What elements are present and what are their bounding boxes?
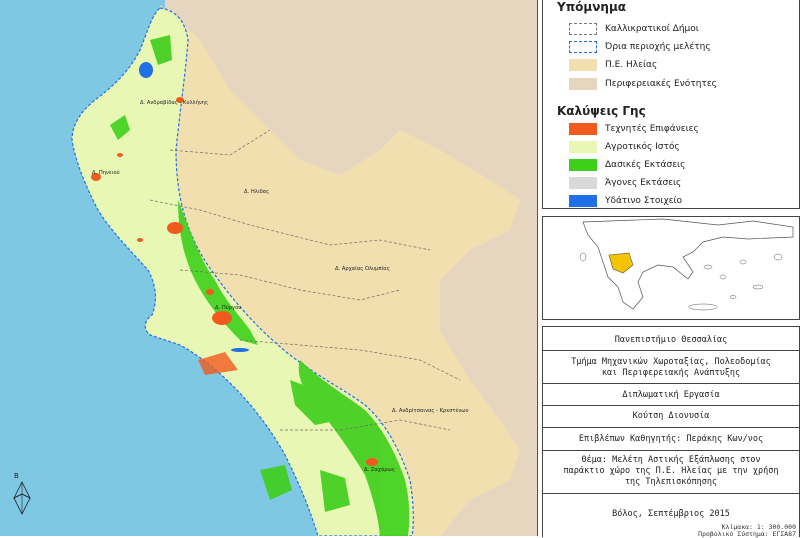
svg-text:Β: Β (14, 472, 19, 480)
legend-label: Καλλικρατικοί Δήμοι (605, 24, 699, 34)
legend-label: Δασικές Εκτάσεις (605, 160, 686, 170)
place-label: Δ. Ηλιδας (244, 189, 269, 195)
divider (543, 383, 799, 384)
place-label: Δ. Ανδραβίδας - Κυλλήνης (140, 99, 208, 106)
legend-item: Όρια περιοχής μελέτης (569, 40, 711, 54)
topic-line-3: της Τηλεπισκόπησης (624, 477, 718, 487)
place-label: Δ. Αρχαίας Ολυμπίας (335, 265, 390, 272)
legend-item: Περιφερειακές Ενότητες (569, 77, 717, 91)
university: Πανεπιστήμιο Θεσσαλίας (614, 335, 728, 345)
divider (543, 427, 799, 428)
legend-label: Υδάτινο Στοιχείο (605, 196, 683, 206)
legend-item: Καλλικρατικοί Δήμοι (569, 22, 699, 36)
place-label: Δ. Πύργου (215, 304, 241, 311)
legend-item: Άγονες Εκτάσεις (569, 176, 681, 190)
legend-item: Τεχνητές Επιφάνειες (569, 122, 699, 136)
department-line-1: Τμήμα Μηχανικών Χωροταξίας, Πολεοδομίας (571, 357, 771, 367)
divider (543, 450, 799, 451)
legend-label: Π.Ε. Ηλείας (605, 60, 658, 70)
swatch-agricultural (569, 141, 597, 153)
legend-label: Τεχνητές Επιφάνειες (605, 124, 699, 134)
legend-item: Π.Ε. Ηλείας (569, 58, 657, 72)
landcover-title: Καλύψεις Γης (557, 104, 646, 118)
title-block: Πανεπιστήμιο Θεσσαλίας Τμήμα Μηχανικών Χ… (542, 326, 800, 538)
divider (543, 350, 799, 351)
swatch-artificial (569, 123, 597, 135)
supervisor: Επιβλέπων Καθηγητής: Περάκης Κων/νος (578, 434, 764, 444)
topic-line-1: Θέμα: Μελέτη Αστικής Εξάπλωσης στον (581, 455, 761, 465)
swatch-water (569, 195, 597, 207)
legend-item: Υδάτινο Στοιχείο (569, 194, 682, 208)
swatch-study-area (569, 41, 597, 53)
place-label: Δ. Πηνειού (92, 169, 120, 176)
legend-label: Αγροτικός Ιστός (605, 142, 680, 152)
legend-label: Περιφερειακές Ενότητες (605, 79, 717, 89)
side-panel: Υπόμνημα Καλλικρατικοί Δήμοι Όρια περιοχ… (537, 0, 800, 538)
inset-map (542, 216, 800, 320)
place-label: Δ. Ζαχάρως (364, 466, 395, 473)
map-canvas[interactable]: Δ. Ανδραβίδας - Κυλλήνης Δ. Πηνειού Δ. Η… (0, 0, 537, 536)
swatch-regions (569, 78, 597, 90)
greece-locator (543, 217, 799, 319)
legend-item: Δασικές Εκτάσεις (569, 158, 685, 172)
legend-title: Υπόμνημα (557, 0, 627, 14)
swatch-elis (569, 59, 597, 71)
place-label: Δ. Ανδρίτσαινας - Κρεστένων (392, 407, 469, 414)
projection-text: Προβολικό Σύστημα: ΕΓΣΑ87 (698, 530, 796, 538)
legend-label: Άγονες Εκτάσεις (605, 178, 682, 188)
department-line-2: και Περιφερειακής Ανάπτυξης (601, 368, 741, 378)
legend-label: Όρια περιοχής μελέτης (605, 42, 711, 52)
date: Βόλος, Σεπτέμβριος 2015 (612, 509, 730, 519)
author: Κούτση Διονυσία (632, 411, 710, 421)
swatch-municipalities (569, 23, 597, 35)
thesis-type: Διπλωματική Εργασία (622, 390, 720, 400)
legend: Υπόμνημα Καλλικρατικοί Δήμοι Όρια περιοχ… (542, 0, 800, 209)
swatch-forest (569, 159, 597, 171)
divider (543, 405, 799, 406)
legend-item: Αγροτικός Ιστός (569, 140, 680, 154)
swatch-barren (569, 177, 597, 189)
divider (543, 493, 799, 494)
topic-line-2: παράκτιο χώρο της Π.Ε. Ηλείας με την χρή… (563, 466, 779, 476)
